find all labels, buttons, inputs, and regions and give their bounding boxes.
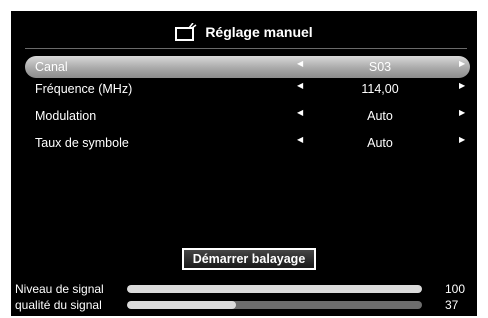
setting-label: Canal <box>35 60 68 74</box>
arrow-left-icon[interactable]: ◀ <box>297 81 303 90</box>
setting-value: Auto <box>367 109 393 123</box>
setting-row-frequence[interactable]: Fréquence (MHz) ◀ 114,00 ▶ <box>25 78 470 100</box>
arrow-left-icon[interactable]: ◀ <box>297 108 303 117</box>
meter-value: 100 <box>445 282 466 296</box>
signal-level-meter: Niveau de signal 100 <box>13 282 475 296</box>
meter-fill <box>127 301 237 309</box>
meter-label: Niveau de signal <box>15 282 104 296</box>
header-divider <box>25 48 467 49</box>
meter-fill <box>127 285 422 293</box>
setting-row-modulation[interactable]: Modulation ◀ Auto ▶ <box>25 105 470 127</box>
arrow-right-icon[interactable]: ▶ <box>459 59 465 68</box>
meter-track <box>127 285 422 293</box>
title-bar: Réglage manuel <box>11 17 477 47</box>
meter-track <box>127 301 422 309</box>
arrow-right-icon[interactable]: ▶ <box>459 81 465 90</box>
arrow-left-icon[interactable]: ◀ <box>297 135 303 144</box>
setting-value: S03 <box>368 60 392 74</box>
setting-value: Auto <box>367 136 393 150</box>
signal-quality-meter: qualité du signal 37 <box>13 298 475 312</box>
page-title: Réglage manuel <box>205 24 313 40</box>
start-scan-button[interactable]: Démarrer balayage <box>182 248 316 270</box>
setting-label: Modulation <box>35 109 97 123</box>
setting-value: 114,00 <box>361 82 399 96</box>
setting-label: Fréquence (MHz) <box>35 82 133 96</box>
setting-row-taux-de-symbole[interactable]: Taux de symbole ◀ Auto ▶ <box>25 132 470 154</box>
setting-label: Taux de symbole <box>35 136 129 150</box>
arrow-right-icon[interactable]: ▶ <box>459 108 465 117</box>
tv-antenna-icon <box>175 23 197 41</box>
meter-label: qualité du signal <box>15 298 102 312</box>
meter-value: 37 <box>445 298 459 312</box>
setting-row-canal[interactable]: Canal ◀ S03 ▶ <box>25 56 470 78</box>
arrow-right-icon[interactable]: ▶ <box>459 135 465 144</box>
arrow-left-icon[interactable]: ◀ <box>297 59 303 68</box>
tv-osd-screen: Réglage manuel Canal ◀ S03 ▶ Fréquence (… <box>11 11 477 316</box>
